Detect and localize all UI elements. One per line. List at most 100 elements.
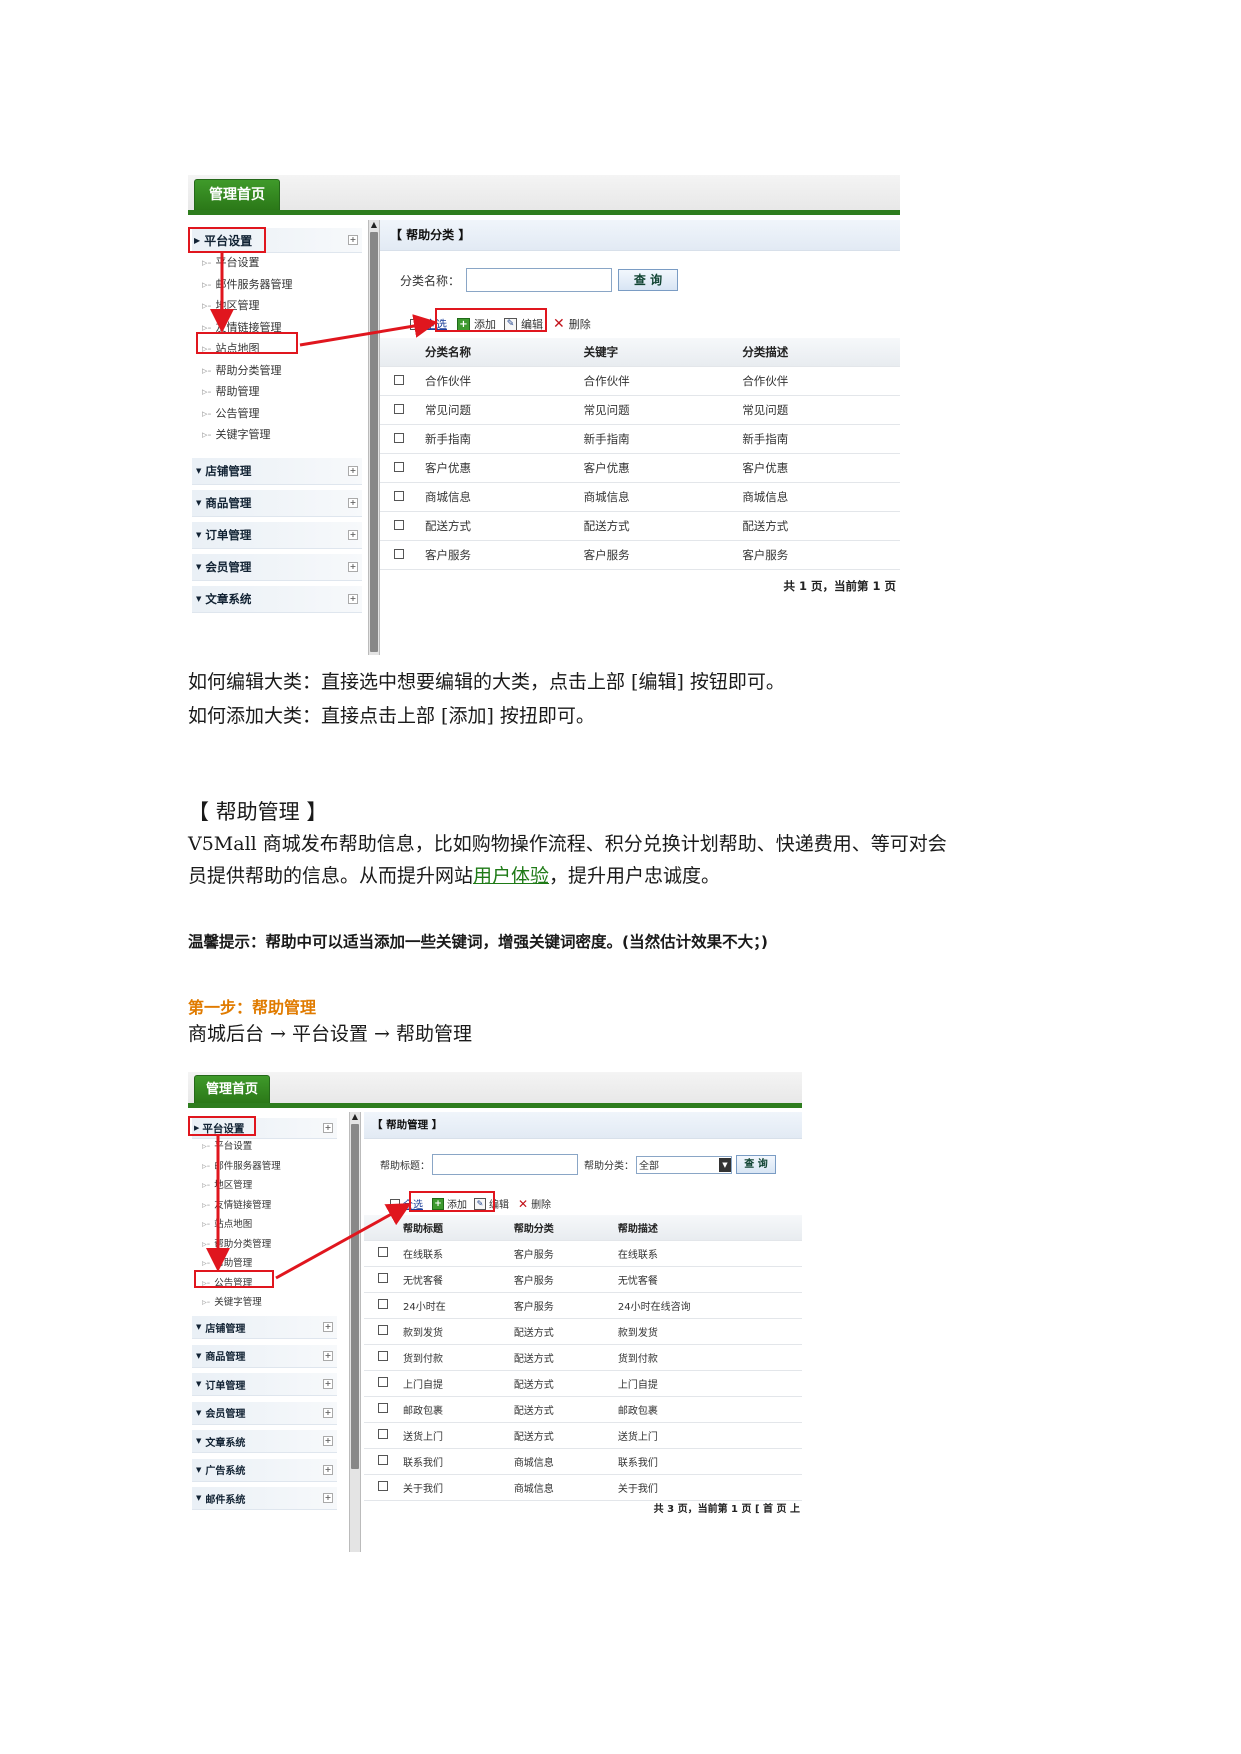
scroll-thumb[interactable] xyxy=(370,232,378,652)
sidebar-subitem[interactable]: ▹- 地区管理 xyxy=(202,297,260,313)
sidebar-scrollbar[interactable]: ▲ xyxy=(349,1112,361,1552)
table-row[interactable]: 新手指南 新手指南 新手指南 xyxy=(380,424,900,454)
sidebar-menu-group[interactable]: ▼ 商品管理 + xyxy=(192,1344,337,1368)
expand-icon[interactable]: + xyxy=(323,1493,333,1503)
select-all-checkbox[interactable] xyxy=(390,1198,400,1209)
sidebar-subitem[interactable]: ▹- 关键字管理 xyxy=(202,426,271,442)
expand-icon[interactable]: + xyxy=(348,530,358,540)
expand-icon[interactable]: + xyxy=(348,594,358,604)
tab-admin-home[interactable]: 管理首页 xyxy=(194,1075,270,1103)
user-experience-link[interactable]: 用户体验 xyxy=(473,865,549,887)
sidebar-menu-group[interactable]: ▼ 商品管理 + xyxy=(192,490,362,517)
query-button[interactable]: 查 询 xyxy=(618,269,679,291)
table-row[interactable]: 客户优惠 客户优惠 客户优惠 xyxy=(380,453,900,483)
sidebar-subitem[interactable]: ▹- 地区管理 xyxy=(202,1177,252,1191)
row-checkbox[interactable] xyxy=(378,1273,388,1283)
query-button[interactable]: 查 询 xyxy=(736,1155,776,1174)
expand-icon[interactable]: + xyxy=(348,562,358,572)
sidebar-subitem[interactable]: ▹- 平台设置 xyxy=(202,1138,252,1152)
expand-icon[interactable]: + xyxy=(323,1322,333,1332)
sidebar-subitem[interactable]: ▹- 友情链接管理 xyxy=(202,1197,271,1211)
row-checkbox[interactable] xyxy=(394,462,404,472)
row-checkbox[interactable] xyxy=(378,1429,388,1439)
pager: 共 3 页，当前第 1 页 [ 首 页 上 xyxy=(653,1504,800,1515)
row-checkbox[interactable] xyxy=(394,520,404,530)
table-row[interactable]: 24小时在 客户服务 24小时在线咨询 xyxy=(364,1292,802,1319)
expand-icon[interactable]: + xyxy=(323,1436,333,1446)
row-checkbox[interactable] xyxy=(394,491,404,501)
row-checkbox[interactable] xyxy=(378,1299,388,1309)
sidebar-menu-group[interactable]: ▼ 文章系统 + xyxy=(192,1430,337,1453)
sidebar-subitem[interactable]: ▹- 帮助分类管理 xyxy=(202,1236,271,1250)
delete-button[interactable]: 删除 xyxy=(531,1196,551,1211)
intro-text: 员提供帮助的信息。从而提升网站 xyxy=(188,865,474,887)
sidebar-menu-group[interactable]: ▼ 会员管理 + xyxy=(192,554,362,581)
row-checkbox[interactable] xyxy=(378,1481,388,1491)
sidebar-menu-group[interactable]: ▼ 订单管理 + xyxy=(192,1373,337,1396)
sidebar-subitem[interactable]: ▹- 站点地图 xyxy=(202,1216,252,1230)
table-row[interactable]: 在线联系 客户服务 在线联系 xyxy=(364,1240,802,1267)
expand-icon[interactable]: + xyxy=(348,466,358,476)
sidebar-menu-group[interactable]: ▼ 订单管理 + xyxy=(192,522,362,549)
sidebar-subitem[interactable]: ▹- 邮件服务器管理 xyxy=(202,1158,281,1172)
sidebar-menu-group[interactable]: ▼ 邮件系统 + xyxy=(192,1487,337,1510)
category-select[interactable]: 全部 ▼ xyxy=(636,1155,732,1174)
sidebar-subitem[interactable]: ▹- 帮助分类管理 xyxy=(202,362,282,378)
table-row[interactable]: 常见问题 常见问题 常见问题 xyxy=(380,395,900,425)
sidebar-menu-group[interactable]: ▼ 店铺管理 + xyxy=(192,458,362,485)
help-title-input[interactable] xyxy=(432,1154,578,1175)
expand-icon[interactable]: + xyxy=(323,1379,333,1389)
expand-icon[interactable]: + xyxy=(323,1407,333,1418)
table-row[interactable]: 货到付款 配送方式 货到付款 xyxy=(364,1344,802,1371)
row-checkbox[interactable] xyxy=(378,1455,388,1465)
delete-button[interactable]: 删除 xyxy=(569,316,591,332)
sidebar-subitem[interactable]: ▹- 帮助管理 xyxy=(202,1255,252,1269)
table-row[interactable]: 商城信息 商城信息 商城信息 xyxy=(380,482,900,512)
row-checkbox[interactable] xyxy=(378,1247,388,1257)
scroll-thumb[interactable] xyxy=(351,1124,359,1469)
expand-icon[interactable]: + xyxy=(323,1464,333,1475)
row-checkbox[interactable] xyxy=(394,404,404,414)
dropdown-arrow-icon[interactable]: ▼ xyxy=(719,1157,731,1172)
row-checkbox[interactable] xyxy=(394,375,404,385)
table-row[interactable]: 无忧客餐 客户服务 无忧客餐 xyxy=(364,1266,802,1293)
sidebar-scrollbar[interactable]: ▲ xyxy=(368,220,380,655)
sidebar-subitem[interactable]: ▹- 公告管理 xyxy=(202,405,260,421)
table-row[interactable]: 客户服务 客户服务 客户服务 xyxy=(380,540,900,570)
delete-icon[interactable]: ✕ xyxy=(518,1197,528,1211)
table-row[interactable]: 送货上门 配送方式 送货上门 xyxy=(364,1422,802,1449)
row-checkbox[interactable] xyxy=(378,1325,388,1335)
sidebar-menu-group[interactable]: ▼ 广告系统 + xyxy=(192,1458,337,1482)
tab-admin-home[interactable]: 管理首页 xyxy=(194,179,280,210)
table-row[interactable]: 上门自提 配送方式 上门自提 xyxy=(364,1370,802,1397)
expand-icon[interactable]: + xyxy=(348,235,358,245)
expand-icon[interactable]: + xyxy=(348,498,358,508)
expand-icon[interactable]: + xyxy=(323,1123,333,1133)
sidebar-subitem[interactable]: ▹- 关键字管理 xyxy=(202,1294,262,1308)
category-name-input[interactable] xyxy=(466,268,613,292)
row-checkbox[interactable] xyxy=(378,1351,388,1361)
row-checkbox[interactable] xyxy=(394,433,404,443)
select-all-checkbox[interactable] xyxy=(410,318,421,330)
row-checkbox[interactable] xyxy=(378,1403,388,1413)
sidebar-menu-group[interactable]: ▼ 店铺管理 + xyxy=(192,1316,337,1339)
sidebar-menu-group[interactable]: ▼ 文章系统 + xyxy=(192,586,362,613)
table-row[interactable]: 款到发货 配送方式 款到发货 xyxy=(364,1318,802,1345)
row-checkbox[interactable] xyxy=(394,549,404,559)
expand-icon[interactable]: + xyxy=(323,1350,333,1361)
row-checkbox[interactable] xyxy=(378,1377,388,1387)
scroll-up-icon[interactable]: ▲ xyxy=(370,220,378,230)
sidebar-subitem[interactable]: ▹- 平台设置 xyxy=(202,254,260,270)
sidebar-subitem[interactable]: ▹- 邮件服务器管理 xyxy=(202,276,293,292)
tree-branch-icon: ▹- xyxy=(202,363,212,377)
sidebar-subitem[interactable]: ▹- 帮助管理 xyxy=(202,383,260,399)
delete-icon[interactable]: ✕ xyxy=(553,316,565,332)
table-row[interactable]: 关于我们 商城信息 关于我们 xyxy=(364,1474,802,1501)
table-row[interactable]: 邮政包裹 配送方式 邮政包裹 xyxy=(364,1396,802,1423)
table-row[interactable]: 配送方式 配送方式 配送方式 xyxy=(380,511,900,541)
table-row[interactable]: 联系我们 商城信息 联系我们 xyxy=(364,1448,802,1475)
sidebar-menu-group[interactable]: ▼ 会员管理 + xyxy=(192,1401,337,1425)
table-row[interactable]: 合作伙伴 合作伙伴 合作伙伴 xyxy=(380,366,900,396)
scroll-up-icon[interactable]: ▲ xyxy=(351,1112,359,1122)
table-cell: 合作伙伴 xyxy=(582,366,742,396)
